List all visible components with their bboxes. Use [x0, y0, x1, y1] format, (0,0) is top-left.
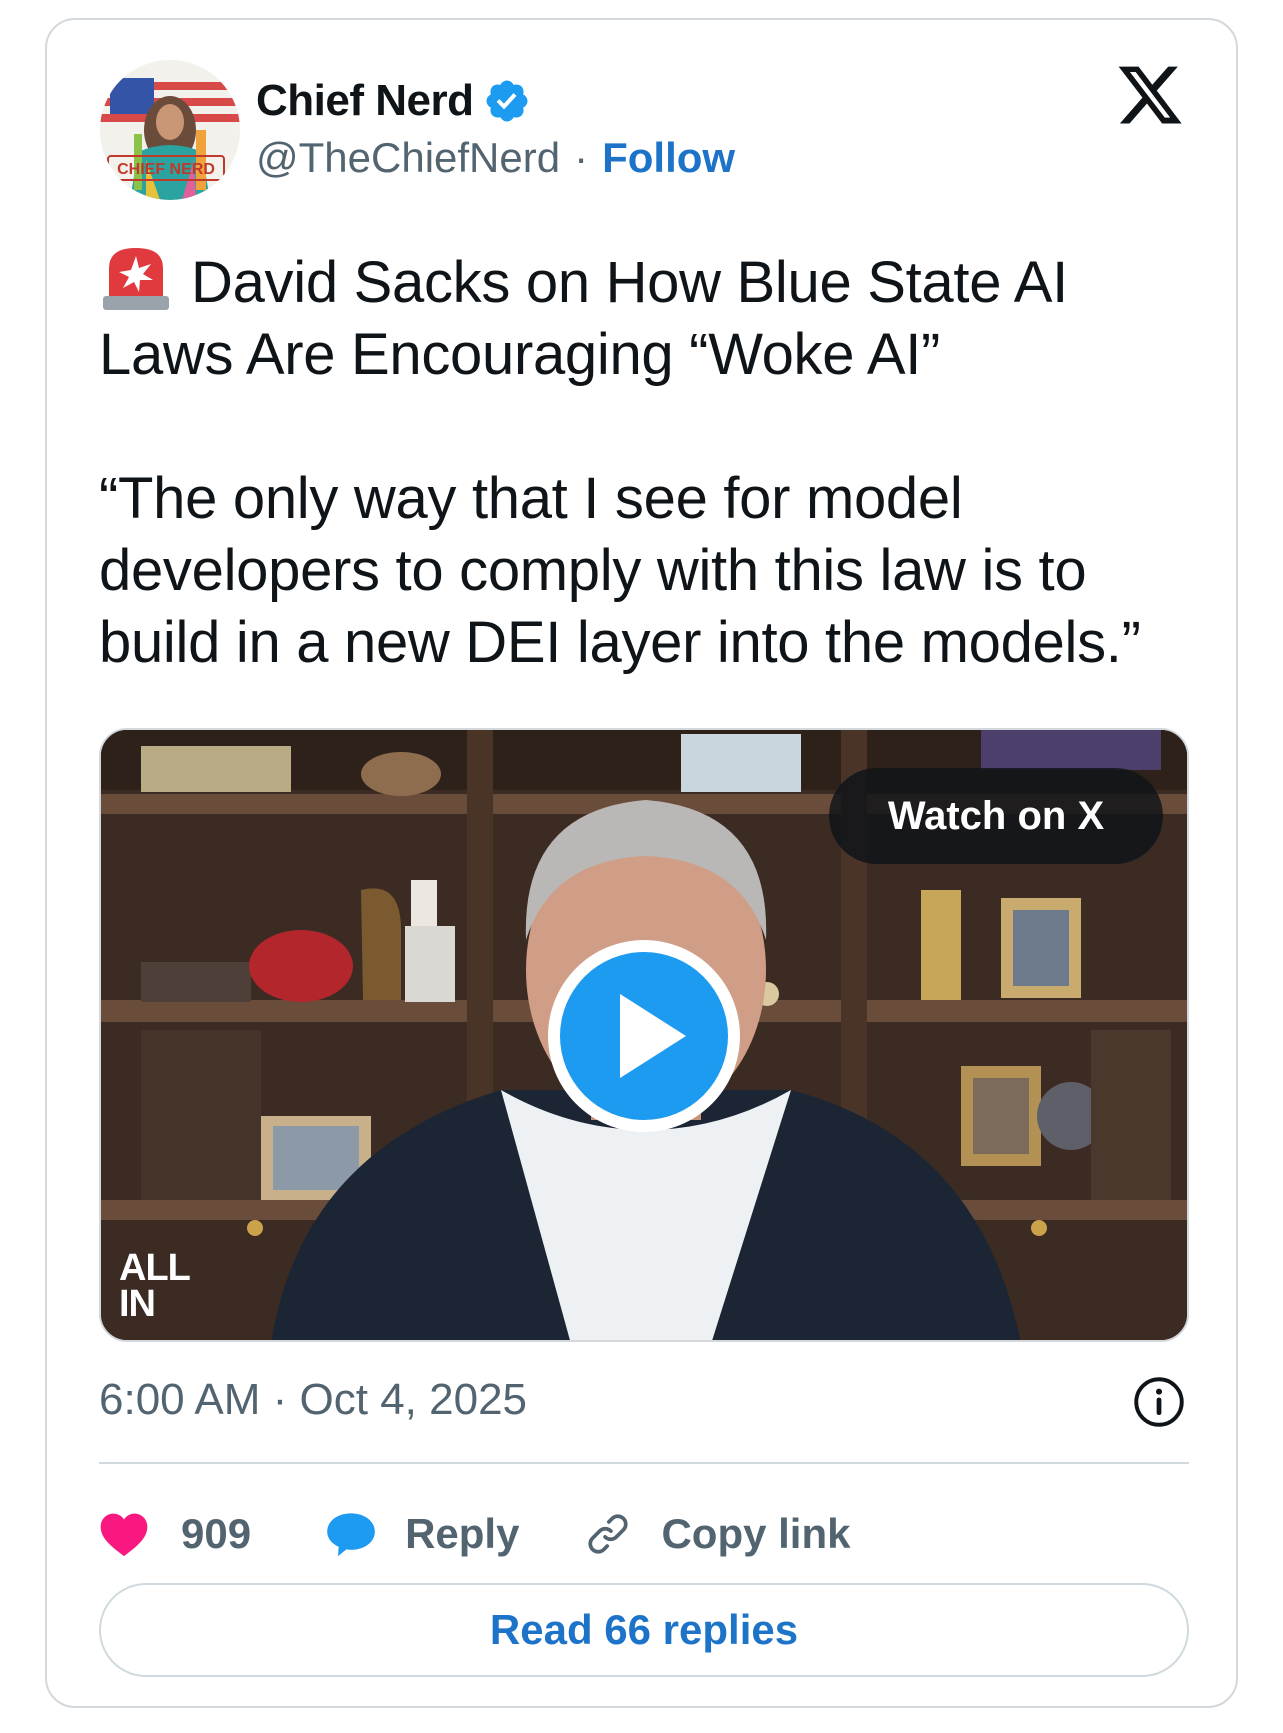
post-body: David Sacks on How Blue State AI Laws Ar… — [99, 242, 1199, 679]
copy-link-label: Copy link — [661, 1510, 851, 1557]
reply-button[interactable]: Reply — [325, 1510, 519, 1558]
post-title-paragraph: David Sacks on How Blue State AI Laws Ar… — [99, 242, 1199, 391]
x-logo-icon[interactable] — [1115, 60, 1185, 130]
post-quote: “The only way that I see for model devel… — [99, 466, 1141, 675]
action-bar: 909 Reply Copy link — [99, 1494, 850, 1574]
copy-link-button[interactable]: Copy link — [583, 1509, 850, 1559]
divider — [99, 1462, 1189, 1464]
reply-label: Reply — [405, 1510, 520, 1557]
verified-badge-icon — [486, 80, 528, 122]
avatar-text: CHIEF NERD — [117, 161, 215, 178]
like-count: 909 — [181, 1510, 252, 1557]
info-icon[interactable] — [1133, 1376, 1185, 1428]
post-timestamp[interactable]: 6:00 AM · Oct 4, 2025 — [99, 1375, 527, 1425]
watermark-line-2: IN — [119, 1283, 156, 1325]
heart-icon — [100, 1513, 148, 1557]
siren-icon — [103, 248, 169, 310]
video-watermark: ALL IN — [119, 1247, 191, 1325]
read-replies-button[interactable]: Read 66 replies — [99, 1583, 1189, 1677]
tweet-card: CHIEF NERD Chief Nerd @TheChiefNerd · Fo… — [45, 18, 1238, 1708]
play-icon[interactable] — [544, 936, 744, 1136]
follow-button[interactable]: Follow — [602, 134, 735, 182]
like-button[interactable]: 909 — [99, 1510, 251, 1558]
author-name[interactable]: Chief Nerd — [256, 76, 474, 126]
author-handle[interactable]: @TheChiefNerd — [256, 134, 560, 182]
avatar[interactable]: CHIEF NERD — [100, 60, 240, 200]
video-player[interactable]: Watch on X ALL IN — [99, 728, 1189, 1342]
watch-on-x-button[interactable]: Watch on X — [829, 768, 1163, 864]
link-icon — [588, 1514, 629, 1554]
post-title: David Sacks on How Blue State AI Laws Ar… — [99, 250, 1068, 387]
watermark-line-1: ALL — [119, 1247, 191, 1289]
separator-dot: · — [574, 134, 589, 181]
reply-bubble-icon — [327, 1513, 375, 1557]
